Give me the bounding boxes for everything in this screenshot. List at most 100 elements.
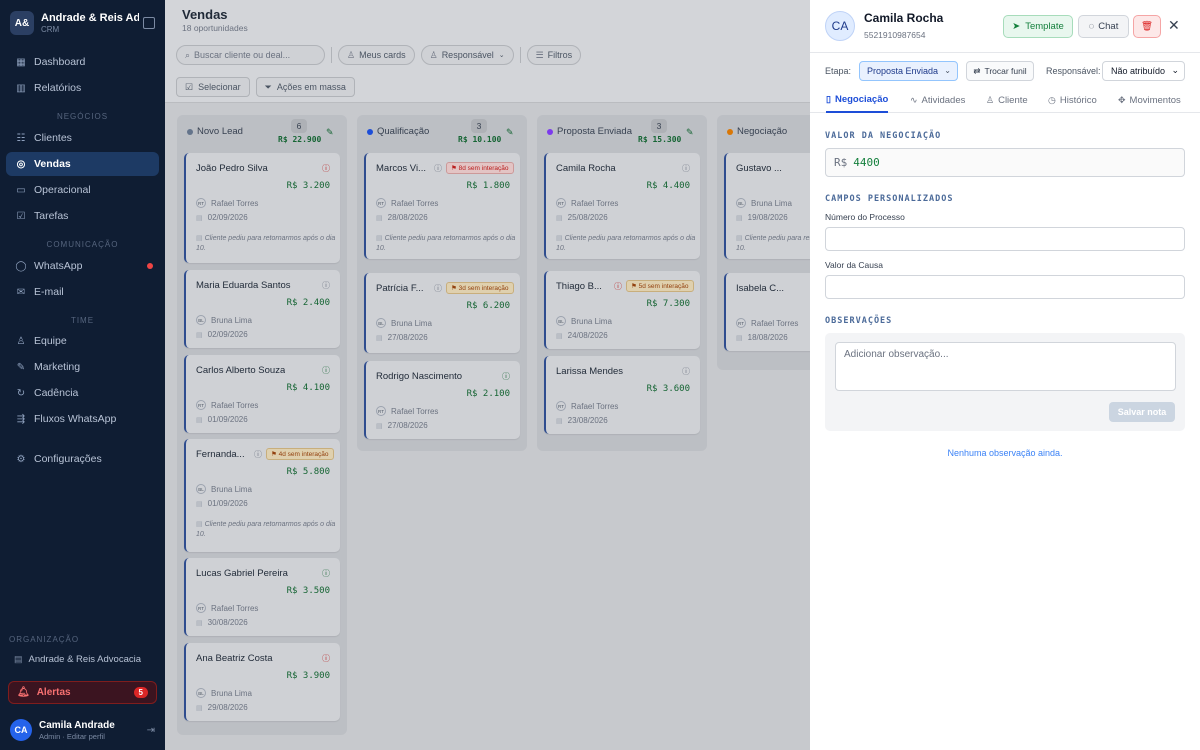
close-icon[interactable]: ✕ (1168, 17, 1180, 34)
deal-value: 4400 (853, 156, 880, 169)
brand-subtitle: CRM (41, 25, 60, 34)
stage-select[interactable]: Proposta Enviada ⌄ (859, 61, 958, 81)
column-title: Qualificação (377, 126, 430, 137)
date-value: 30/08/2026 (207, 618, 248, 627)
search-input[interactable]: ⌕ Buscar cliente ou deal... (176, 45, 325, 65)
deal-card[interactable]: Gustavo ...ⓘBLBruna Lima▤19/08/2026▤ Cli… (724, 153, 810, 259)
cause-value-input[interactable] (825, 275, 1185, 299)
tab-negociacao[interactable]: ▯ Negociação (826, 88, 889, 113)
info-icon[interactable]: ⓘ (322, 280, 330, 291)
filters-button[interactable]: ☰ Filtros (526, 45, 582, 65)
sidebar-item-label: Cadência (34, 387, 79, 399)
edit-icon[interactable]: ✎ (326, 127, 334, 138)
chat-icon: ◌ (1088, 21, 1095, 32)
deal-card[interactable]: Camila Rocha ⓘ R$ 4.400 RT Rafael Torres ▤ 25/… (544, 153, 700, 259)
bulk-actions-button[interactable]: ⏷ Ações em massa (255, 77, 355, 97)
deal-card[interactable]: Fernanda... ⓘ ⚑ 4d sem interação R$ 5.800 BL… (184, 439, 340, 552)
info-icon[interactable]: ⓘ (322, 653, 330, 664)
template-label: Template (1025, 21, 1064, 32)
stage-label: Etapa: (825, 66, 852, 76)
owner-name: Rafael Torres (211, 603, 259, 613)
select-button[interactable]: ☑ Selecionar (176, 77, 250, 97)
save-note-button[interactable]: Salvar nota (1109, 402, 1175, 422)
switch-funnel-button[interactable]: ⇄ Trocar funil (966, 61, 1034, 81)
note-text: Cliente pediu para retornarmos após o di… (196, 521, 336, 538)
deal-card[interactable]: Thiago B... ⓘ ⚑ 5d sem interação R$ 7.300 BL… (544, 271, 700, 349)
tab-movimentos[interactable]: ✥ Movimentos (1118, 88, 1181, 113)
sidebar-item-equipe[interactable]: ♙ Equipe (6, 329, 159, 353)
deal-value: R$ 4.400 (646, 181, 690, 191)
sidebar-item-clientes[interactable]: ☷ Clientes (6, 126, 159, 150)
sidebar-item-relatorios[interactable]: ▥ Relatórios (6, 76, 159, 100)
edit-icon[interactable]: ✎ (506, 127, 514, 138)
sidebar-item-label: Dashboard (34, 56, 86, 68)
deal-card[interactable]: Carlos Alberto Souza ⓘ R$ 4.100 RT Rafael To… (184, 355, 340, 433)
info-icon[interactable]: ⓘ (434, 283, 442, 294)
logout-icon[interactable]: ⇥ (147, 725, 155, 736)
info-icon[interactable]: ⓘ (322, 365, 330, 376)
info-icon[interactable]: ⓘ (434, 163, 442, 174)
sidebar-item-dashboard[interactable]: ▦ Dashboard (6, 50, 159, 74)
sidebar-item-email[interactable]: ✉ E-mail (6, 280, 159, 304)
info-icon[interactable]: ⓘ (322, 163, 330, 174)
date-value: 02/09/2026 (207, 213, 248, 222)
info-icon[interactable]: ⓘ (502, 371, 510, 382)
org-name: Andrade & Reis Advocacia (28, 654, 141, 665)
building-icon: ▤ (14, 654, 23, 664)
deal-card[interactable]: Isabela C...ⓘRTRafael Torres▤18/08/2026 (724, 273, 810, 351)
deal-name: Patrícia F... (376, 283, 424, 294)
deal-card[interactable]: Larissa Mendes ⓘ R$ 3.600 RT Rafael Torres ▤ 2… (544, 356, 700, 434)
info-icon[interactable]: ⓘ (614, 281, 622, 292)
deal-card[interactable]: Patrícia F... ⓘ ⚑ 3d sem interação R$ 6.200… (364, 273, 520, 353)
edit-icon[interactable]: ✎ (686, 127, 694, 138)
owner-name: Rafael Torres (211, 400, 259, 410)
deal-value-input[interactable]: R$ 4400 (825, 148, 1185, 177)
process-number-input[interactable] (825, 227, 1185, 251)
alerts-button[interactable]: 🔔︎ Alertas 5 (8, 681, 157, 704)
stage-color-dot (547, 129, 553, 135)
deal-card[interactable]: Lucas Gabriel Pereira ⓘ R$ 3.500 RT Rafael T… (184, 558, 340, 636)
deal-note: ▤ Cliente pediu para retornarmos após o … (736, 234, 810, 254)
flow-icon: ⇶ (16, 413, 26, 425)
tab-atividades[interactable]: ∿ Atividades (910, 88, 965, 113)
deal-card[interactable]: João Pedro Silva ⓘ R$ 3.200 RT Rafael Torres… (184, 153, 340, 263)
responsible-filter[interactable]: ♙ Responsável ⌄ (420, 45, 514, 65)
brand[interactable]: A& Andrade & Reis Advc CRM (10, 10, 155, 36)
tab-cliente[interactable]: ♙ Cliente (986, 88, 1028, 113)
template-button[interactable]: ➤ Template (1003, 15, 1073, 38)
tab-historico[interactable]: ◷ Histórico (1048, 88, 1097, 113)
calendar-icon: ▤ (196, 214, 203, 222)
deal-card[interactable]: Marcos Vi... ⓘ ⚑ 8d sem interação R$ 1.800 R… (364, 153, 520, 259)
info-icon[interactable]: ⓘ (254, 449, 262, 460)
chat-button[interactable]: ◌ Chat (1078, 15, 1129, 38)
sidebar-item-fluxos-whatsapp[interactable]: ⇶ Fluxos WhatsApp (6, 407, 159, 431)
org-switcher[interactable]: ▤ Andrade & Reis Advocacia (14, 654, 141, 665)
sidebar-item-cadencia[interactable]: ↻ Cadência (6, 381, 159, 405)
sidebar-item-tarefas[interactable]: ☑ Tarefas (6, 204, 159, 228)
avatar: RT (196, 198, 206, 208)
sidebar-item-configuracoes[interactable]: ⚙ Configurações (6, 447, 159, 471)
sidebar-item-label: Configurações (34, 453, 102, 465)
clock-icon: ◷ (1048, 95, 1056, 105)
sidebar-item-marketing[interactable]: ✎ Marketing (6, 355, 159, 379)
info-icon[interactable]: ⓘ (682, 366, 690, 377)
sidebar-item-vendas[interactable]: ◎ Vendas (6, 152, 159, 176)
deal-card[interactable]: Ana Beatriz Costa ⓘ R$ 3.900 BL Bruna Lima ▤ 2… (184, 643, 340, 721)
deal-date: ▤ 18/08/2026 (736, 333, 788, 342)
deal-name: Carlos Alberto Souza (196, 365, 286, 376)
sidebar-collapse-icon[interactable] (143, 17, 155, 29)
deal-card[interactable]: Rodrigo Nascimento ⓘ R$ 2.100 RT Rafael Torr… (364, 361, 520, 439)
info-icon[interactable]: ⓘ (682, 163, 690, 174)
user-profile[interactable]: CA Camila Andrade Admin · Editar perfil … (10, 718, 155, 742)
delete-button[interactable]: 🗑︎ (1133, 15, 1161, 38)
info-icon[interactable]: ⓘ (322, 568, 330, 579)
responsible-select[interactable]: Não atribuído ⌄ (1102, 61, 1185, 81)
sidebar-item-whatsapp[interactable]: ◯ WhatsApp (6, 254, 159, 278)
note-textarea[interactable]: Adicionar observação... (835, 342, 1176, 391)
tab-label: Negociação (834, 94, 889, 105)
user-icon: ♙ (429, 49, 438, 60)
deal-card[interactable]: Maria Eduarda Santos ⓘ R$ 2.400 BL Bruna Lim… (184, 270, 340, 348)
section-time: TIME (70, 316, 95, 325)
my-cards-filter[interactable]: ♙ Meus cards (338, 45, 415, 65)
sidebar-item-operacional[interactable]: ▭ Operacional (6, 178, 159, 202)
